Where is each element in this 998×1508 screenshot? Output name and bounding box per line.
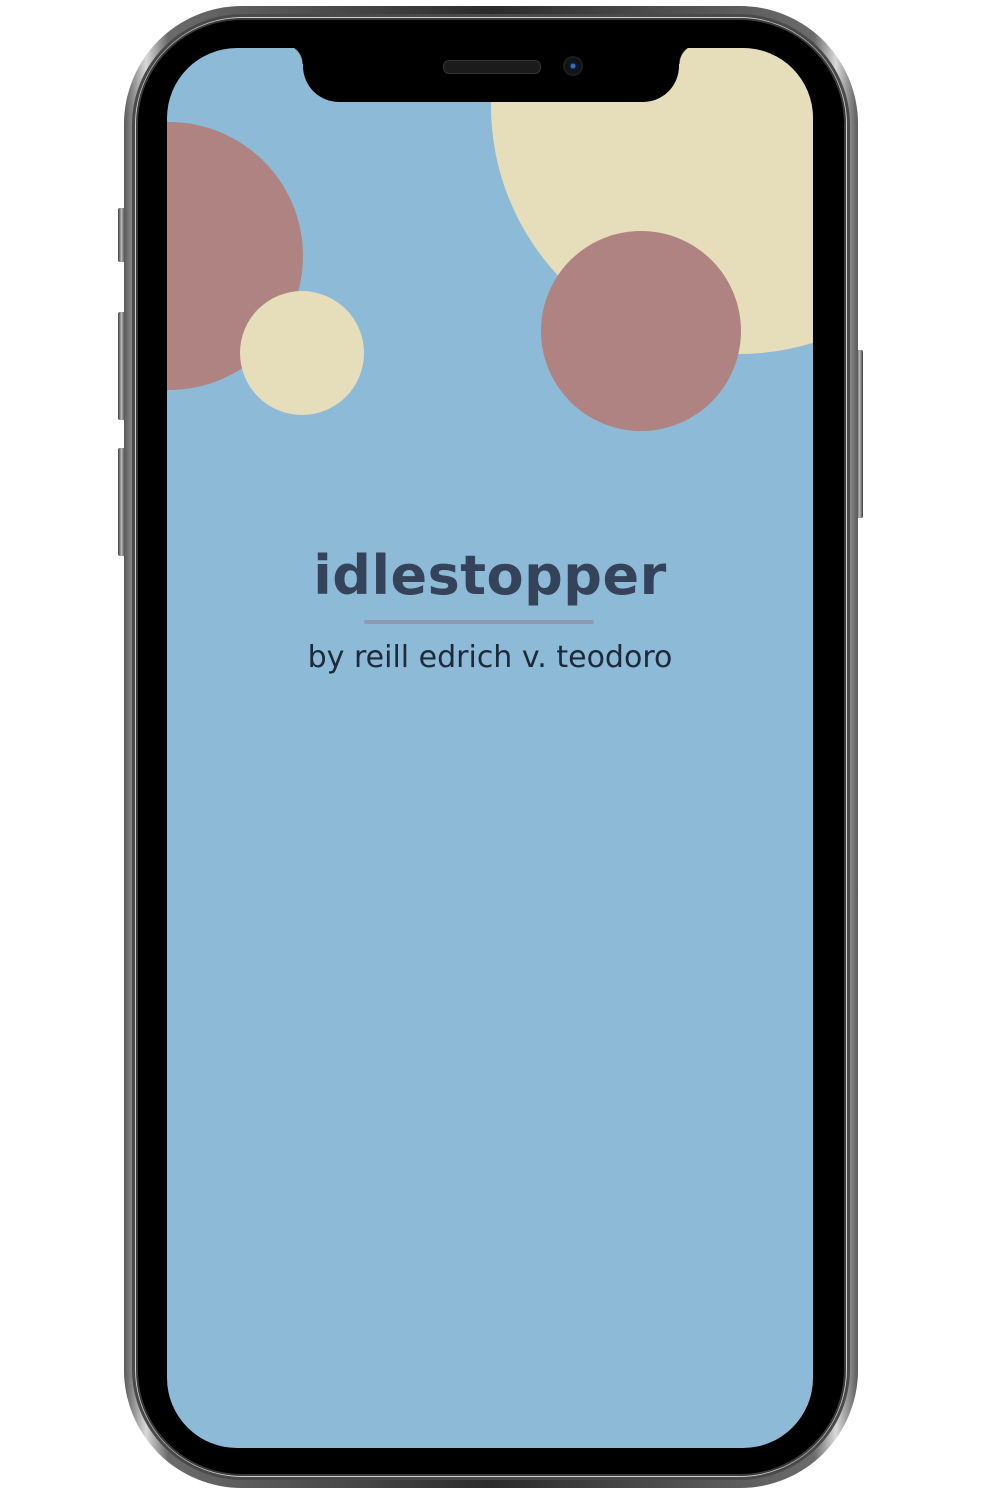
camera-icon	[563, 56, 583, 76]
app-title: idlestopper	[313, 544, 667, 607]
device-mockup: idlestopper by reill edrich v. teodoro	[0, 0, 998, 1508]
speaker-icon	[443, 60, 541, 74]
title-underline	[364, 620, 594, 624]
decorative-circle-rose-right	[541, 231, 741, 431]
decorative-circle-cream-small	[240, 291, 364, 415]
app-screen	[167, 48, 813, 1448]
app-byline: by reill edrich v. teodoro	[307, 640, 673, 675]
